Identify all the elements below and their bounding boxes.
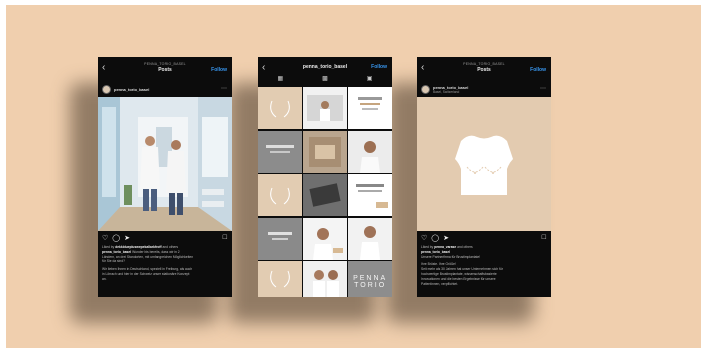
grid-icon[interactable]: ▦ xyxy=(277,75,283,85)
grid-tile[interactable] xyxy=(303,261,347,297)
more-options-icon[interactable]: ⋯ xyxy=(540,85,546,92)
phone2-header: ‹ penna_torio_basel Follow ▦ ▩ ▣ xyxy=(258,57,392,87)
grid-tile[interactable] xyxy=(258,261,302,297)
bookmark-icon[interactable]: □ xyxy=(542,234,546,241)
grid-tile[interactable] xyxy=(258,130,302,173)
grid-tile[interactable] xyxy=(348,174,392,216)
grid-tile[interactable] xyxy=(258,87,302,129)
grid-tile[interactable] xyxy=(303,130,347,173)
phone3-post-screen: ‹ PENNA_TORIO_BASEL Posts Follow penna_t… xyxy=(417,57,551,297)
phone1-action-row: ♡ ◯ ➤ xyxy=(102,234,130,242)
phone1-header: ‹ PENNA_TORIO_BASEL Posts Follow xyxy=(98,57,232,83)
comment-icon[interactable]: ◯ xyxy=(112,234,120,242)
phone1-caption-line: für Sie da sind? xyxy=(102,259,125,264)
phone3-header-account: PENNA_TORIO_BASEL xyxy=(463,62,505,66)
more-options-icon[interactable]: ⋯ xyxy=(221,85,227,92)
heart-icon[interactable]: ♡ xyxy=(421,234,427,242)
bookmark-icon[interactable]: □ xyxy=(223,234,227,241)
grid-tile[interactable] xyxy=(348,217,392,260)
phone1-header-account: PENNA_TORIO_BASEL xyxy=(144,62,186,66)
phone1-user-row: penna_torio_basel ⋯ xyxy=(98,83,232,97)
phone3-caption-line: Unsere Partnerfirma für Brustimplantate! xyxy=(421,254,481,259)
phone3-caption: Liked by penna_varase and others penna_t… xyxy=(421,245,547,286)
grid-tile[interactable] xyxy=(303,87,347,129)
phone2-profile-grid-screen: ‹ penna_torio_basel Follow ▦ ▩ ▣ PENNA T… xyxy=(258,57,392,297)
phone2-tabs: ▦ ▩ ▣ xyxy=(258,75,392,85)
phone1-caption-line: an. xyxy=(102,276,107,281)
phone3-follow-button[interactable]: Follow xyxy=(530,67,546,73)
grid-tile[interactable] xyxy=(258,174,302,216)
grid-logo-text: Torio xyxy=(354,282,387,289)
share-icon[interactable]: ➤ xyxy=(124,234,130,242)
doctors-corridor-illustration xyxy=(98,97,232,231)
phone2-post-grid: Penna Torio xyxy=(258,87,392,297)
grid-tile[interactable] xyxy=(348,87,392,129)
torso-illustration xyxy=(455,135,513,195)
phone1-caption: Liked by dekkbluepluswepekallarkfroff an… xyxy=(102,245,228,282)
share-icon[interactable]: ➤ xyxy=(443,234,449,242)
grid-tile[interactable] xyxy=(303,217,347,260)
phone3-header: ‹ PENNA_TORIO_BASEL Posts Follow xyxy=(417,57,551,83)
grid-tile[interactable] xyxy=(303,174,347,216)
phone3-post-photo xyxy=(417,97,551,231)
phone3-caption-line: Patientinnen, verpflichtet. xyxy=(421,281,459,286)
phone1-post-photo xyxy=(98,97,232,231)
grid-tile[interactable] xyxy=(258,217,302,260)
phone1-follow-button[interactable]: Follow xyxy=(211,67,227,73)
heart-icon[interactable]: ♡ xyxy=(102,234,108,242)
phone3-user-row: penna_torio_basel Basel, Switzerland ⋯ xyxy=(417,83,551,97)
phone3-location[interactable]: Basel, Switzerland xyxy=(433,90,459,94)
avatar[interactable] xyxy=(102,85,111,94)
phone1-post-screen: ‹ PENNA_TORIO_BASEL Posts Follow penna_t… xyxy=(98,57,232,297)
phone3-action-row: ♡ ◯ ➤ xyxy=(421,234,449,242)
phone1-username[interactable]: penna_torio_basel xyxy=(114,87,149,92)
avatar[interactable] xyxy=(421,85,430,94)
phone2-follow-button[interactable]: Follow xyxy=(371,64,387,70)
mockup-canvas: ‹ PENNA_TORIO_BASEL Posts Follow penna_t… xyxy=(6,5,701,348)
tagged-icon[interactable]: ▣ xyxy=(367,75,373,85)
comment-icon[interactable]: ◯ xyxy=(431,234,439,242)
grid-logo-tile[interactable]: Penna Torio xyxy=(348,261,392,297)
grid-logo-text: Penna xyxy=(353,275,388,282)
grid-tile[interactable] xyxy=(348,130,392,173)
reels-icon[interactable]: ▩ xyxy=(322,75,328,85)
